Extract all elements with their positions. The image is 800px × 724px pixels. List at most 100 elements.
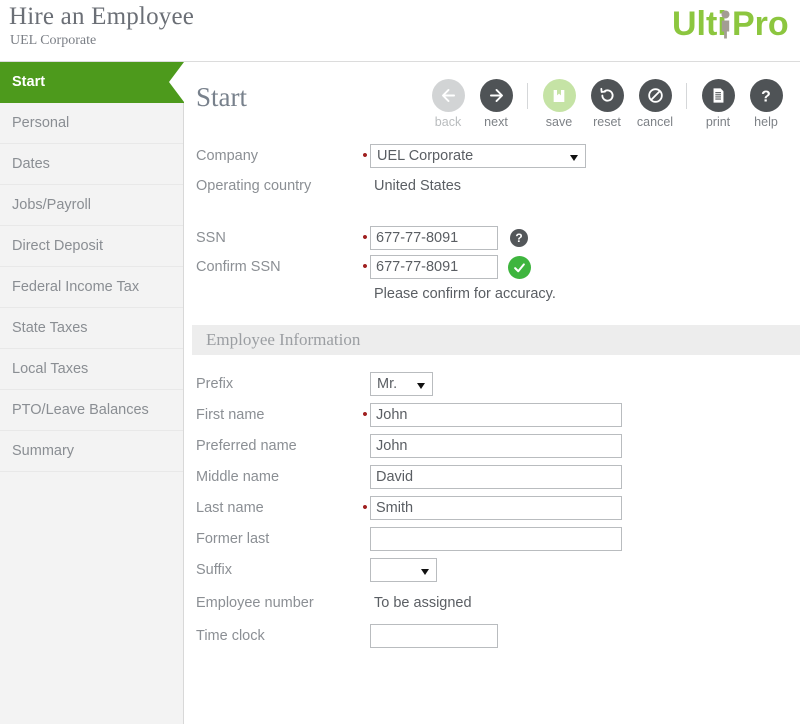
toolbar-divider-2	[686, 83, 687, 109]
required-marker-placeholder: •	[360, 472, 370, 482]
field-row-ssn: SSN • ?	[184, 222, 800, 253]
help-label: help	[754, 115, 778, 129]
first-name-input[interactable]	[370, 402, 622, 427]
form-spacer-2	[184, 307, 800, 325]
field-row-employee-number: Employee number • To be assigned	[184, 585, 800, 620]
sidebar-item-dates[interactable]: Dates	[0, 144, 183, 185]
preferred-name-label: Preferred name	[196, 437, 297, 454]
ssn-input[interactable]	[370, 225, 498, 250]
required-marker-placeholder: •	[360, 441, 370, 451]
reset-label: reset	[593, 115, 621, 129]
next-button[interactable]: next	[472, 79, 520, 129]
field-row-middle-name: Middle name •	[184, 461, 800, 492]
required-marker-placeholder: •	[360, 379, 370, 389]
sidebar-item-summary[interactable]: Summary	[0, 431, 183, 472]
form-spacer-3	[184, 355, 800, 368]
sidebar-item-label: State Taxes	[12, 320, 88, 336]
sidebar-item-personal[interactable]: Personal	[0, 103, 183, 144]
former-last-label: Former last	[196, 530, 270, 547]
operating-country-label: Operating country	[196, 178, 312, 194]
svg-text:?: ?	[761, 88, 771, 105]
required-marker-placeholder: •	[360, 598, 370, 608]
preferred-name-input[interactable]	[370, 433, 622, 458]
printer-page-icon	[701, 79, 735, 112]
middle-name-input[interactable]	[370, 464, 622, 489]
cancel-button[interactable]: cancel	[631, 79, 679, 129]
sidebar-item-federal-income-tax[interactable]: Federal Income Tax	[0, 267, 183, 308]
field-row-time-clock: Time clock •	[184, 620, 800, 651]
former-last-input[interactable]	[370, 526, 622, 551]
help-button[interactable]: ? help	[742, 79, 790, 129]
sidebar-item-label: Start	[12, 74, 46, 90]
sidebar-item-label: Summary	[12, 443, 75, 459]
sidebar-item-label: Direct Deposit	[12, 238, 104, 254]
sidebar-item-jobs-payroll[interactable]: Jobs/Payroll	[0, 185, 183, 226]
confirm-ssn-input[interactable]	[370, 255, 498, 279]
print-label: print	[705, 115, 731, 129]
field-row-last-name: Last name •	[184, 492, 800, 523]
field-row-confirm-ssn: Confirm SSN •	[184, 253, 800, 281]
required-marker: •	[362, 498, 368, 516]
first-name-label: First name	[196, 406, 265, 423]
sidebar-item-label: PTO/Leave Balances	[12, 402, 149, 418]
field-row-suffix: Suffix •	[184, 554, 800, 585]
field-row-preferred-name: Preferred name •	[184, 430, 800, 461]
reset-button[interactable]: reset	[583, 79, 631, 129]
green-check-icon	[508, 255, 531, 279]
field-row-prefix: Prefix • Mr.	[184, 368, 800, 399]
required-marker-placeholder: •	[360, 534, 370, 544]
time-clock-input[interactable]	[370, 623, 498, 648]
save-disk-icon	[542, 79, 576, 112]
back-button[interactable]: back	[424, 79, 472, 129]
arrow-left-icon	[431, 79, 465, 112]
save-button[interactable]: save	[535, 79, 583, 129]
cancel-label: cancel	[636, 115, 674, 129]
middle-name-label: Middle name	[196, 468, 280, 485]
sidebar-item-label: Federal Income Tax	[12, 279, 140, 295]
confirm-ssn-note-row: • Please confirm for accuracy.	[184, 281, 800, 307]
sidebar-item-local-taxes[interactable]: Local Taxes	[0, 349, 183, 390]
required-marker: •	[362, 146, 368, 164]
wizard-sidebar: Start Personal Dates Jobs/Payroll Direct…	[0, 62, 184, 724]
back-label: back	[434, 115, 462, 129]
required-marker: •	[362, 405, 368, 423]
ssn-help-icon[interactable]: ?	[510, 228, 528, 247]
company-select-value: UEL Corporate	[377, 147, 474, 164]
required-marker: •	[362, 258, 368, 275]
sidebar-item-label: Personal	[12, 115, 70, 131]
field-row-operating-country: Operating country • United States	[184, 171, 800, 201]
toolbar-divider	[527, 83, 528, 109]
confirm-ssn-note: Please confirm for accuracy.	[374, 286, 556, 302]
required-marker-placeholder: •	[360, 565, 370, 575]
sidebar-item-state-taxes[interactable]: State Taxes	[0, 308, 183, 349]
prefix-select-value: Mr.	[377, 375, 398, 392]
company-subheading: UEL Corporate	[10, 33, 97, 48]
suffix-select[interactable]	[370, 557, 437, 582]
employee-number-label: Employee number	[196, 594, 314, 611]
section-title: Employee Information	[206, 330, 361, 349]
sidebar-item-start[interactable]: Start	[0, 62, 184, 103]
prefix-select[interactable]: Mr.	[370, 371, 433, 396]
required-marker-placeholder: •	[360, 289, 370, 299]
page-heading: Hire an Employee	[9, 3, 195, 30]
no-entry-icon	[638, 79, 672, 112]
employee-information-section-header: Employee Information	[192, 325, 800, 355]
last-name-input[interactable]	[370, 495, 622, 520]
sidebar-item-label: Dates	[12, 156, 50, 172]
sidebar-item-pto-leave-balances[interactable]: PTO/Leave Balances	[0, 390, 183, 431]
print-button[interactable]: print	[694, 79, 742, 129]
required-marker-placeholder: •	[360, 631, 370, 641]
main-page-title: Start	[196, 82, 247, 112]
ssn-label: SSN	[196, 229, 226, 246]
field-row-first-name: First name •	[184, 399, 800, 430]
field-row-company: Company • UEL Corporate	[184, 140, 800, 171]
sidebar-item-label: Local Taxes	[12, 361, 89, 377]
company-select[interactable]: UEL Corporate	[370, 143, 586, 168]
sidebar-item-direct-deposit[interactable]: Direct Deposit	[0, 226, 183, 267]
save-label: save	[545, 115, 573, 129]
suffix-label: Suffix	[196, 561, 233, 578]
form-spacer	[184, 201, 800, 222]
ultipro-logo-svg: Ulti Pro	[672, 7, 788, 43]
action-toolbar: back next save reset cancel print ? help	[424, 79, 790, 129]
main-content: Start back next save reset cancel print …	[184, 62, 800, 724]
